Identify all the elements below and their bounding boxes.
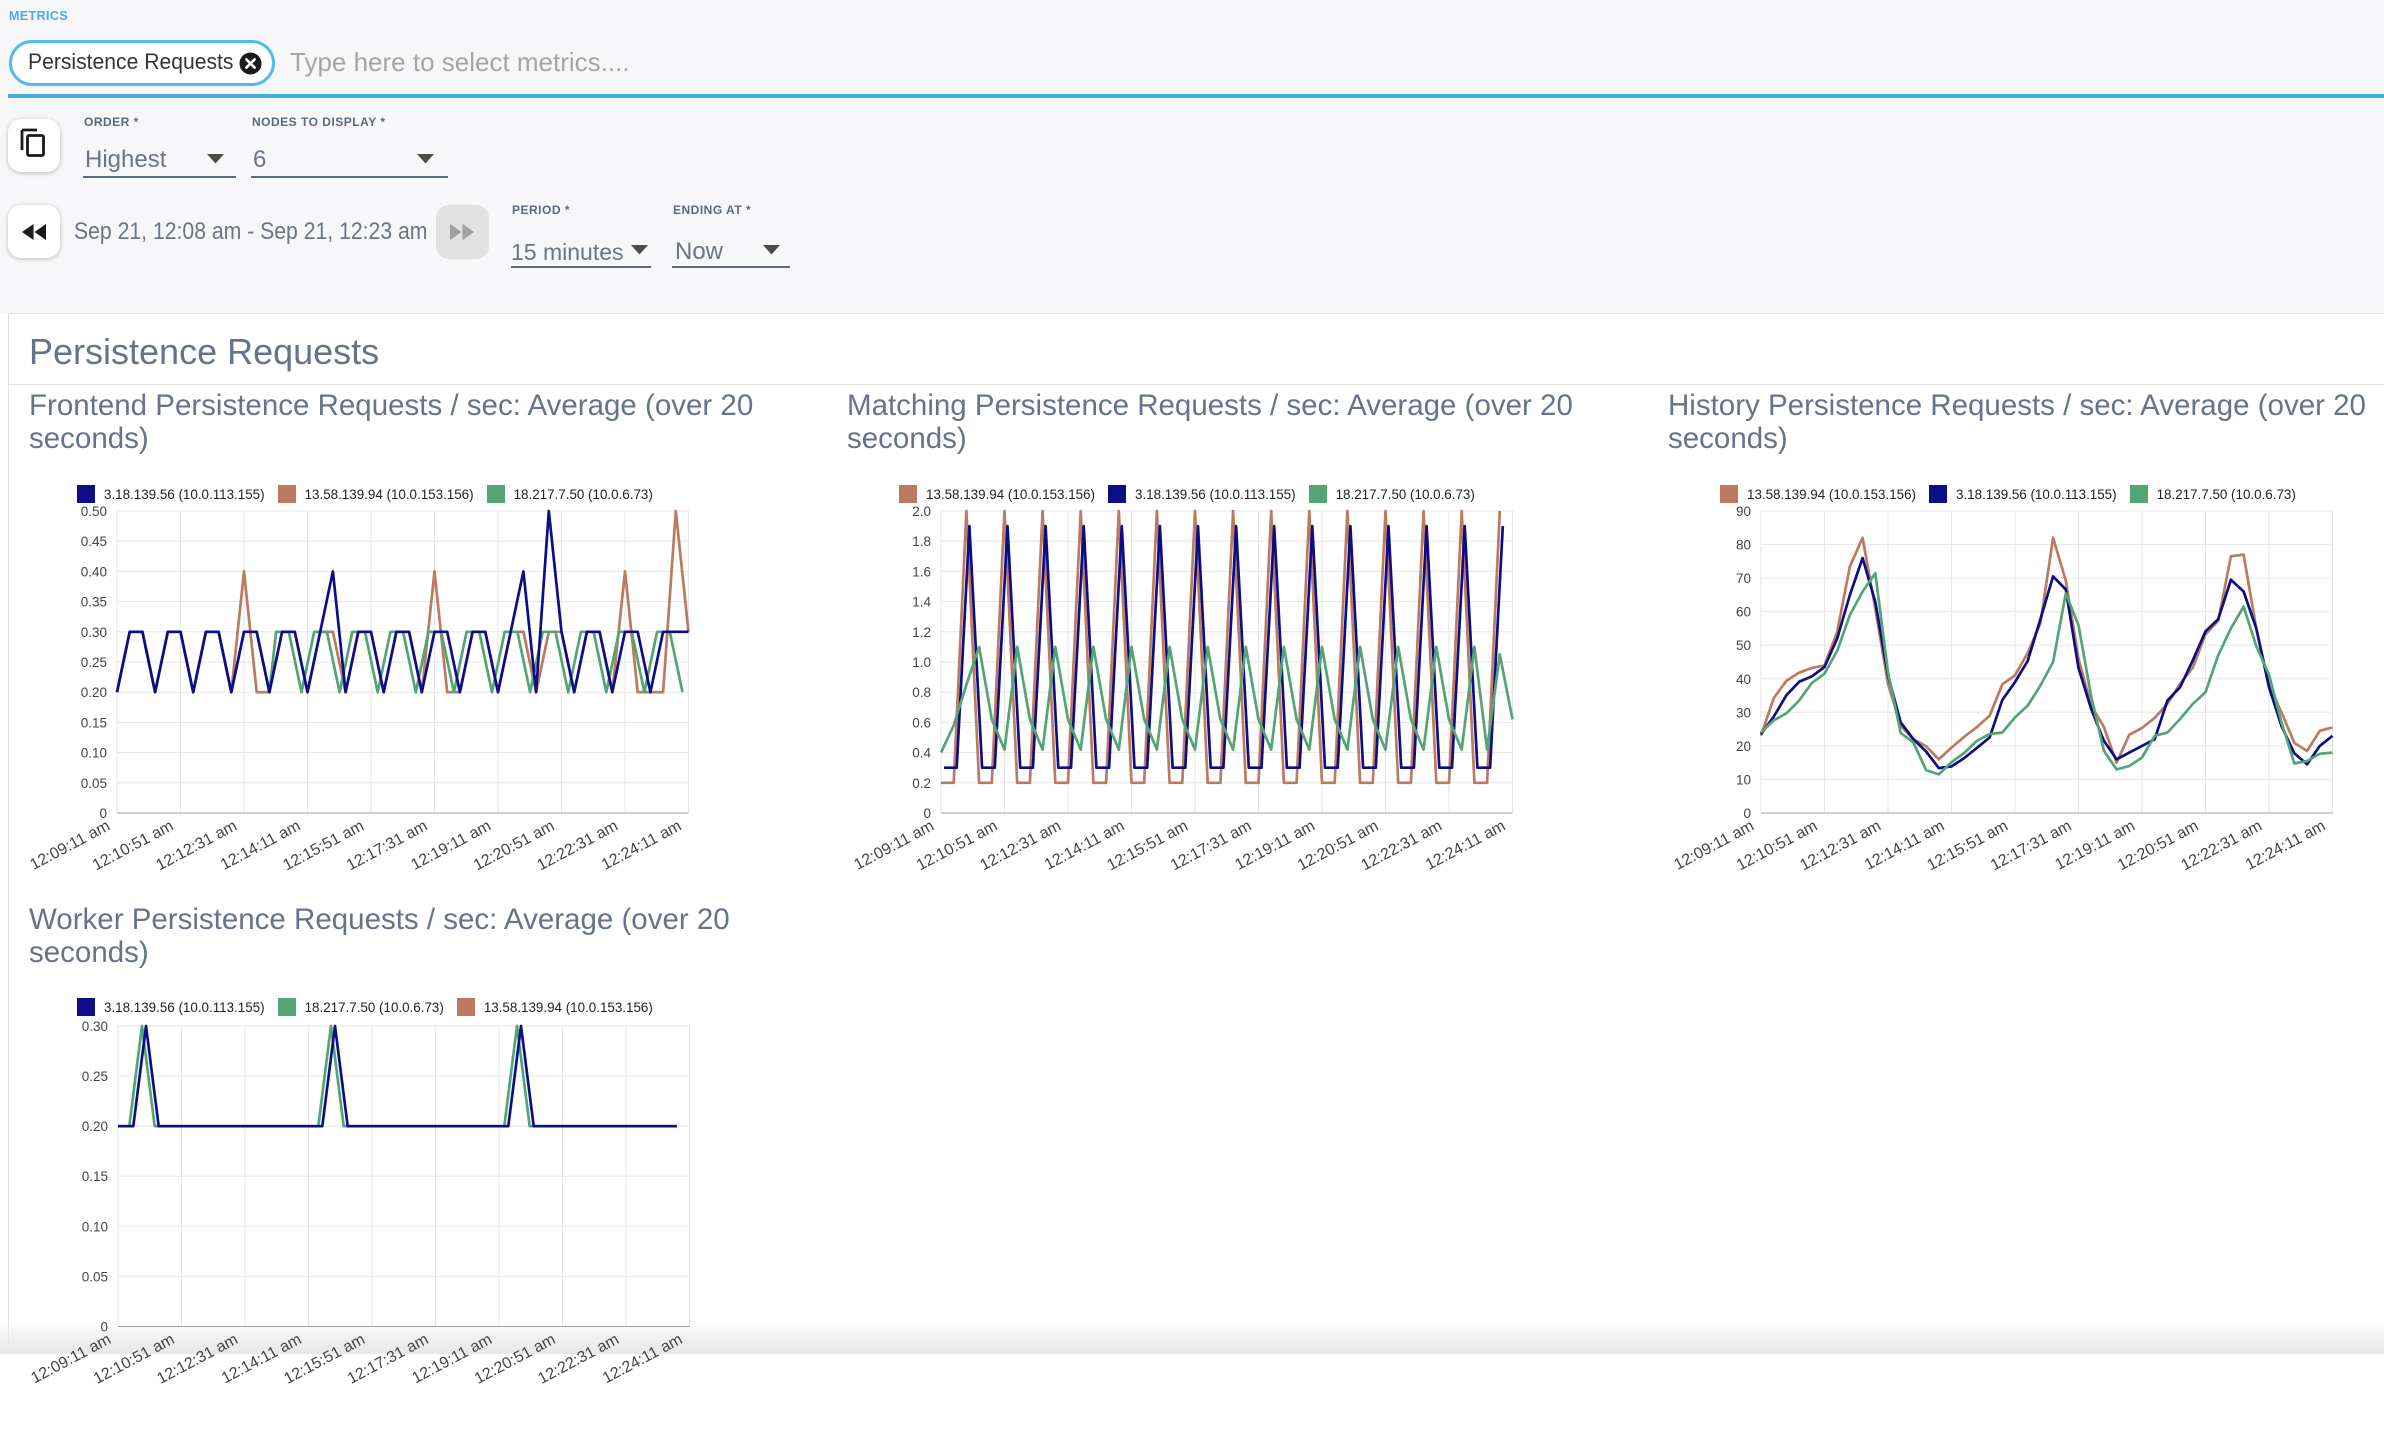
svg-text:1.8: 1.8 — [912, 534, 931, 549]
svg-text:0.05: 0.05 — [81, 775, 107, 790]
svg-text:0.40: 0.40 — [81, 564, 107, 579]
svg-text:0.30: 0.30 — [81, 624, 107, 639]
svg-text:0.10: 0.10 — [81, 745, 107, 760]
svg-text:60: 60 — [1736, 604, 1751, 619]
svg-text:0.35: 0.35 — [81, 594, 107, 609]
svg-text:2.0: 2.0 — [912, 504, 931, 519]
svg-text:0.15: 0.15 — [81, 715, 107, 730]
svg-text:0.20: 0.20 — [82, 1119, 108, 1134]
svg-text:1.0: 1.0 — [912, 655, 931, 670]
svg-text:90: 90 — [1736, 504, 1751, 519]
svg-text:0.10: 0.10 — [82, 1219, 108, 1234]
svg-text:0.15: 0.15 — [82, 1169, 108, 1184]
svg-text:80: 80 — [1736, 537, 1751, 552]
svg-text:40: 40 — [1736, 671, 1751, 686]
svg-text:0.45: 0.45 — [81, 534, 107, 549]
svg-text:0.05: 0.05 — [82, 1269, 108, 1284]
svg-text:0.50: 0.50 — [81, 504, 107, 519]
svg-text:70: 70 — [1736, 571, 1751, 586]
svg-text:0.2: 0.2 — [912, 775, 931, 790]
svg-text:1.4: 1.4 — [912, 594, 931, 609]
svg-text:30: 30 — [1736, 705, 1751, 720]
svg-text:0.8: 0.8 — [912, 685, 931, 700]
svg-text:0.6: 0.6 — [912, 715, 931, 730]
svg-text:0.30: 0.30 — [82, 1019, 108, 1034]
svg-text:0.4: 0.4 — [912, 745, 931, 760]
svg-text:10: 10 — [1736, 772, 1751, 787]
svg-text:0.25: 0.25 — [82, 1069, 108, 1084]
svg-text:0.25: 0.25 — [81, 655, 107, 670]
svg-text:20: 20 — [1736, 738, 1751, 753]
svg-text:0.20: 0.20 — [81, 685, 107, 700]
svg-text:50: 50 — [1736, 638, 1751, 653]
svg-text:1.2: 1.2 — [912, 624, 931, 639]
svg-text:1.6: 1.6 — [912, 564, 931, 579]
